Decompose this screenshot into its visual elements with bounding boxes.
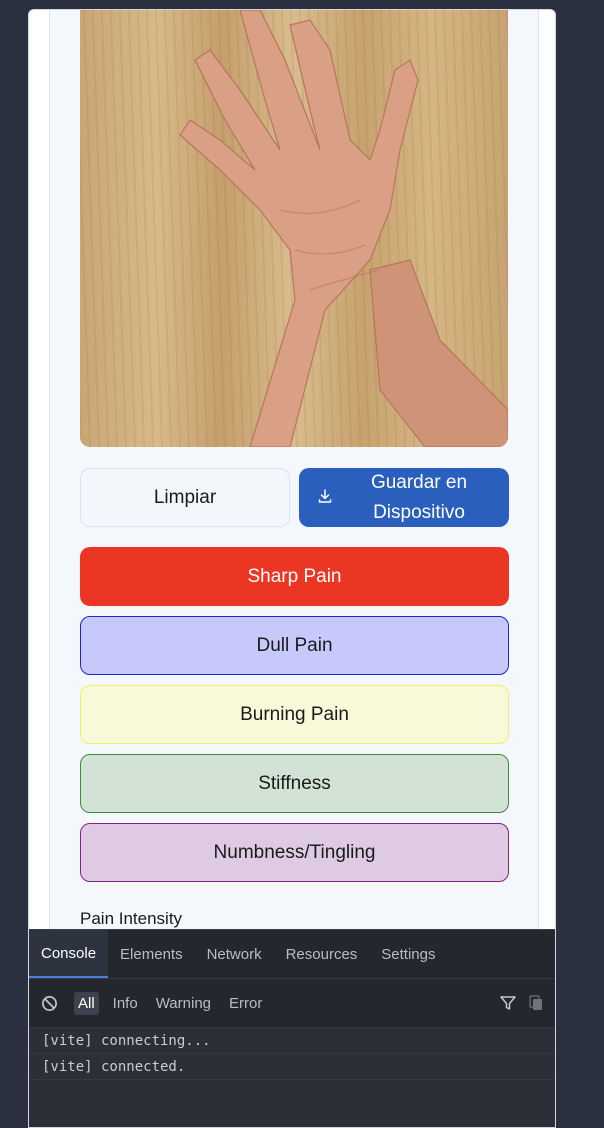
pain-type-sharp-button[interactable]: Sharp Pain [80, 547, 509, 606]
save-to-device-button[interactable]: Guardar en Dispositivo [299, 468, 509, 527]
save-button-label: Guardar en Dispositivo [370, 471, 468, 523]
tab-network[interactable]: Network [195, 930, 274, 978]
console-log-line: [vite] connected. [29, 1054, 555, 1080]
pain-type-numbness-button[interactable]: Numbness/Tingling [80, 823, 509, 882]
copy-icon[interactable] [527, 994, 545, 1012]
console-log-line: [vite] connecting... [29, 1028, 555, 1054]
clear-button-label: Limpiar [153, 486, 217, 508]
pain-type-stiffness-button[interactable]: Stiffness [80, 754, 509, 813]
devtools-panel: Console Elements Network Resources Setti… [29, 929, 555, 1127]
console-filter-bar: All Info Warning Error [29, 979, 555, 1028]
clear-console-icon[interactable] [41, 995, 58, 1012]
level-error[interactable]: Error [225, 992, 266, 1015]
level-info[interactable]: Info [109, 992, 142, 1015]
tab-elements[interactable]: Elements [108, 930, 195, 978]
pain-type-label: Stiffness [258, 772, 331, 794]
tab-settings[interactable]: Settings [369, 930, 447, 978]
body-photo[interactable] [80, 10, 508, 447]
tab-resources[interactable]: Resources [274, 930, 370, 978]
pain-type-label: Sharp Pain [247, 565, 342, 587]
pain-type-label: Numbness/Tingling [213, 841, 376, 863]
app-frame: Limpiar Guardar en Dispositivo Sharp Pai… [28, 9, 556, 1128]
devtools-tabs: Console Elements Network Resources Setti… [29, 930, 555, 979]
download-icon [318, 489, 332, 503]
pain-type-label: Dull Pain [256, 634, 333, 656]
filter-icon[interactable] [499, 994, 517, 1012]
tab-console[interactable]: Console [29, 930, 109, 978]
level-warning[interactable]: Warning [152, 992, 215, 1015]
clear-button[interactable]: Limpiar [80, 468, 290, 527]
pain-type-label: Burning Pain [240, 703, 349, 725]
level-all[interactable]: All [74, 991, 99, 1015]
pain-intensity-label: Pain Intensity [80, 909, 183, 928]
pain-type-burning-button[interactable]: Burning Pain [80, 685, 509, 744]
hand-drawing [179, 10, 508, 447]
pain-type-dull-button[interactable]: Dull Pain [80, 616, 509, 675]
